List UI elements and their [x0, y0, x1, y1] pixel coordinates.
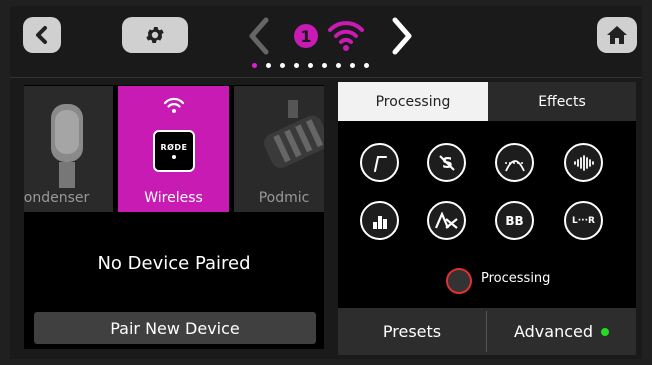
- prev-channel-button[interactable]: [246, 14, 272, 58]
- device-card-condenser[interactable]: Condenser: [24, 86, 113, 212]
- page-dot[interactable]: [280, 63, 285, 68]
- compressor-button[interactable]: [564, 143, 603, 182]
- de-esser-button[interactable]: S: [427, 143, 466, 182]
- pair-new-device-button[interactable]: Pair New Device: [34, 312, 316, 344]
- processing-toggle[interactable]: [446, 268, 472, 294]
- aphex-icon: [434, 211, 458, 229]
- page-dot[interactable]: [294, 63, 299, 68]
- page-dot[interactable]: [336, 63, 341, 68]
- chevron-left-icon: [36, 26, 47, 44]
- device-card-podmic[interactable]: Podmic: [234, 86, 324, 212]
- aphex-button[interactable]: [427, 201, 466, 240]
- wifi-icon: [163, 97, 185, 113]
- page-dot[interactable]: [322, 63, 327, 68]
- page-dot[interactable]: [364, 63, 369, 68]
- processing-panel: Processing Effects S: [338, 82, 636, 355]
- page-dot[interactable]: [252, 63, 257, 68]
- page-indicator: [252, 63, 369, 68]
- gear-icon: [146, 26, 164, 44]
- bottom-bar: Presets Advanced: [338, 308, 636, 355]
- podmic-icon: [264, 100, 324, 168]
- presets-button[interactable]: Presets: [338, 308, 486, 355]
- advanced-button[interactable]: Advanced: [487, 308, 636, 355]
- page-dot[interactable]: [350, 63, 355, 68]
- page-dot[interactable]: [308, 63, 313, 68]
- de-esser-icon: S: [438, 154, 455, 172]
- high-pass-filter-icon: [373, 155, 387, 172]
- back-button[interactable]: [23, 17, 61, 53]
- big-bottom-button[interactable]: BB: [495, 201, 534, 240]
- tab-effects[interactable]: Effects: [488, 82, 636, 121]
- advanced-label: Advanced: [513, 322, 594, 341]
- settings-button[interactable]: [122, 17, 188, 53]
- tab-processing[interactable]: Processing: [338, 82, 488, 121]
- next-channel-button[interactable]: [389, 14, 415, 58]
- eq-icon: [372, 215, 387, 229]
- device-label: Condenser: [24, 190, 90, 206]
- rode-logo: RØDE: [153, 130, 195, 172]
- device-label: Podmic: [258, 190, 310, 206]
- device-panel: Condenser RØDE Wireless Podmic No Device…: [24, 85, 324, 349]
- device-label: Wireless: [144, 190, 203, 206]
- channel-badge: 1: [294, 24, 318, 48]
- high-pass-filter-button[interactable]: [360, 143, 399, 182]
- eq-button[interactable]: [360, 201, 399, 240]
- microphone-icon: [51, 104, 83, 188]
- device-status: No Device Paired: [97, 253, 251, 274]
- processing-label: Processing: [481, 271, 551, 286]
- page-dot[interactable]: [266, 63, 271, 68]
- stereo-width-button[interactable]: L···R: [564, 201, 603, 240]
- noise-gate-button[interactable]: [495, 143, 534, 182]
- status-indicator: [601, 327, 610, 336]
- home-button[interactable]: [597, 17, 637, 53]
- header-divider: [10, 77, 642, 78]
- noise-gate-icon: [504, 159, 525, 171]
- wifi-icon: [328, 21, 364, 51]
- home-icon: [607, 26, 627, 44]
- device-card-wireless[interactable]: RØDE Wireless: [118, 86, 229, 212]
- compressor-icon: [573, 154, 594, 171]
